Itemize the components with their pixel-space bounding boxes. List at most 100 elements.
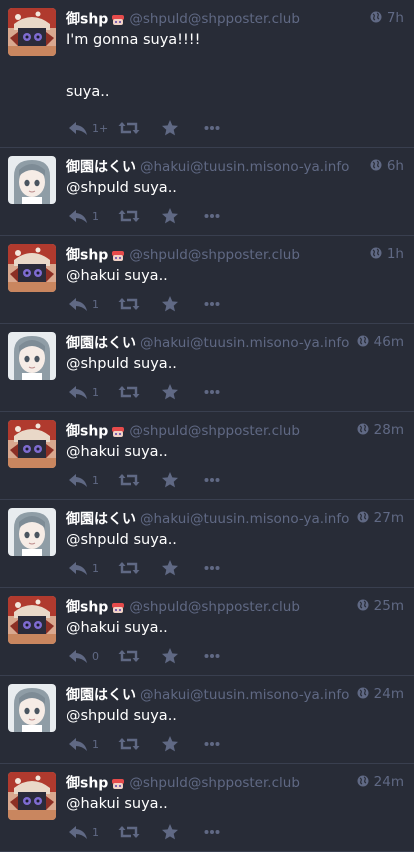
reply-button[interactable]: 1+ [68,118,108,138]
status-time[interactable]: 46m [350,332,404,352]
boost-button[interactable] [118,382,140,402]
more-button[interactable] [204,822,220,842]
status-time[interactable]: 28m [350,420,404,440]
reply-button[interactable]: 1 [68,294,99,314]
status-content: @hakui suya.. [66,794,404,814]
status-card[interactable]: 御shp @shpuld@shpposter.club 1h @hakui suy… [0,236,414,324]
account-handle[interactable]: @shpuld@shpposter.club [129,775,300,791]
status-time[interactable]: 7h [363,8,404,28]
account-handle[interactable]: @shpuld@shpposter.club [129,599,300,615]
boost-button[interactable] [118,822,140,842]
reply-icon [68,824,88,840]
boost-button[interactable] [118,294,140,314]
avatar[interactable] [8,772,56,820]
more-icon [204,389,220,395]
display-name[interactable]: 御園はくい [66,512,136,528]
status-time[interactable]: 27m [350,508,404,528]
status-time[interactable]: 25m [350,596,404,616]
avatar[interactable] [8,684,56,732]
avatar[interactable] [8,8,56,56]
avatar[interactable] [8,244,56,292]
status-card[interactable]: 御shp @shpuld@shpposter.club 28m @hakui su… [0,412,414,500]
display-name[interactable]: 御shp [66,424,108,440]
boost-icon [118,560,140,576]
favourite-button[interactable] [161,206,179,226]
display-name[interactable]: 御園はくい [66,160,136,176]
more-button[interactable] [204,206,220,226]
reply-button[interactable]: 0 [68,646,99,666]
favourite-button[interactable] [161,118,179,138]
avatar[interactable] [8,420,56,468]
globe-icon [370,157,382,171]
relative-time[interactable]: 1h [387,246,404,262]
reply-button[interactable]: 1 [68,206,99,226]
more-button[interactable] [204,646,220,666]
favourite-button[interactable] [161,558,179,578]
favourite-button[interactable] [161,470,179,490]
status-time[interactable]: 6h [363,156,404,176]
status-card[interactable]: 御園はくい @hakui@tuusin.misono-ya.info 24m @sh… [0,676,414,764]
status-card[interactable]: 御園はくい @hakui@tuusin.misono-ya.info 27m @sh… [0,500,414,588]
account-handle[interactable]: @shpuld@shpposter.club [129,423,300,439]
favourite-button[interactable] [161,734,179,754]
more-button[interactable] [204,382,220,402]
status-time[interactable]: 1h [363,244,404,264]
favourite-button[interactable] [161,646,179,666]
account-handle[interactable]: @hakui@tuusin.misono-ya.info [140,687,349,703]
avatar[interactable] [8,332,56,380]
more-button[interactable] [204,118,220,138]
display-name[interactable]: 御shp [66,776,108,792]
boost-button[interactable] [118,646,140,666]
relative-time[interactable]: 24m [374,686,404,702]
reply-button[interactable]: 1 [68,382,99,402]
display-name[interactable]: 御園はくい [66,688,136,704]
status-card[interactable]: 御園はくい @hakui@tuusin.misono-ya.info 6h @shp… [0,148,414,236]
more-icon [204,213,220,219]
avatar[interactable] [8,508,56,556]
account-handle[interactable]: @hakui@tuusin.misono-ya.info [140,335,349,351]
relative-time[interactable]: 7h [387,10,404,26]
reply-count: 1 [92,209,99,223]
status-card[interactable]: 御園はくい @hakui@tuusin.misono-ya.info 46m @sh… [0,324,414,412]
more-button[interactable] [204,734,220,754]
account-handle[interactable]: @hakui@tuusin.misono-ya.info [140,511,349,527]
status-card[interactable]: 御shp @shpuld@shpposter.club 24m @hakui su… [0,764,414,852]
account-handle[interactable]: @shpuld@shpposter.club [129,247,300,263]
reply-button[interactable]: 1 [68,470,99,490]
status-paragraph: @shpuld suya.. [66,180,177,196]
favourite-button[interactable] [161,822,179,842]
relative-time[interactable]: 46m [374,334,404,350]
display-name[interactable]: 御shp [66,248,108,264]
more-button[interactable] [204,558,220,578]
boost-button[interactable] [118,558,140,578]
relative-time[interactable]: 27m [374,510,404,526]
avatar[interactable] [8,156,56,204]
display-name[interactable]: 御園はくい [66,336,136,352]
relative-time[interactable]: 6h [387,158,404,174]
more-button[interactable] [204,294,220,314]
reply-icon [68,648,88,664]
reply-button[interactable]: 1 [68,558,99,578]
relative-time[interactable]: 25m [374,598,404,614]
relative-time[interactable]: 28m [374,422,404,438]
reply-button[interactable]: 1 [68,822,99,842]
status-content: @hakui suya.. [66,266,404,286]
boost-button[interactable] [118,734,140,754]
account-handle[interactable]: @hakui@tuusin.misono-ya.info [140,159,349,175]
boost-button[interactable] [118,206,140,226]
avatar[interactable] [8,596,56,644]
favourite-button[interactable] [161,294,179,314]
more-button[interactable] [204,470,220,490]
display-name[interactable]: 御shp [66,600,108,616]
status-card[interactable]: 御shp @shpuld@shpposter.club 7h I'm gonna … [0,0,414,148]
favourite-button[interactable] [161,382,179,402]
account-handle[interactable]: @shpuld@shpposter.club [129,11,300,27]
status-time[interactable]: 24m [350,772,404,792]
relative-time[interactable]: 24m [374,774,404,790]
display-name[interactable]: 御shp [66,12,108,28]
boost-button[interactable] [118,470,140,490]
boost-button[interactable] [118,118,140,138]
status-time[interactable]: 24m [350,684,404,704]
reply-button[interactable]: 1 [68,734,99,754]
status-card[interactable]: 御shp @shpuld@shpposter.club 25m @hakui su… [0,588,414,676]
